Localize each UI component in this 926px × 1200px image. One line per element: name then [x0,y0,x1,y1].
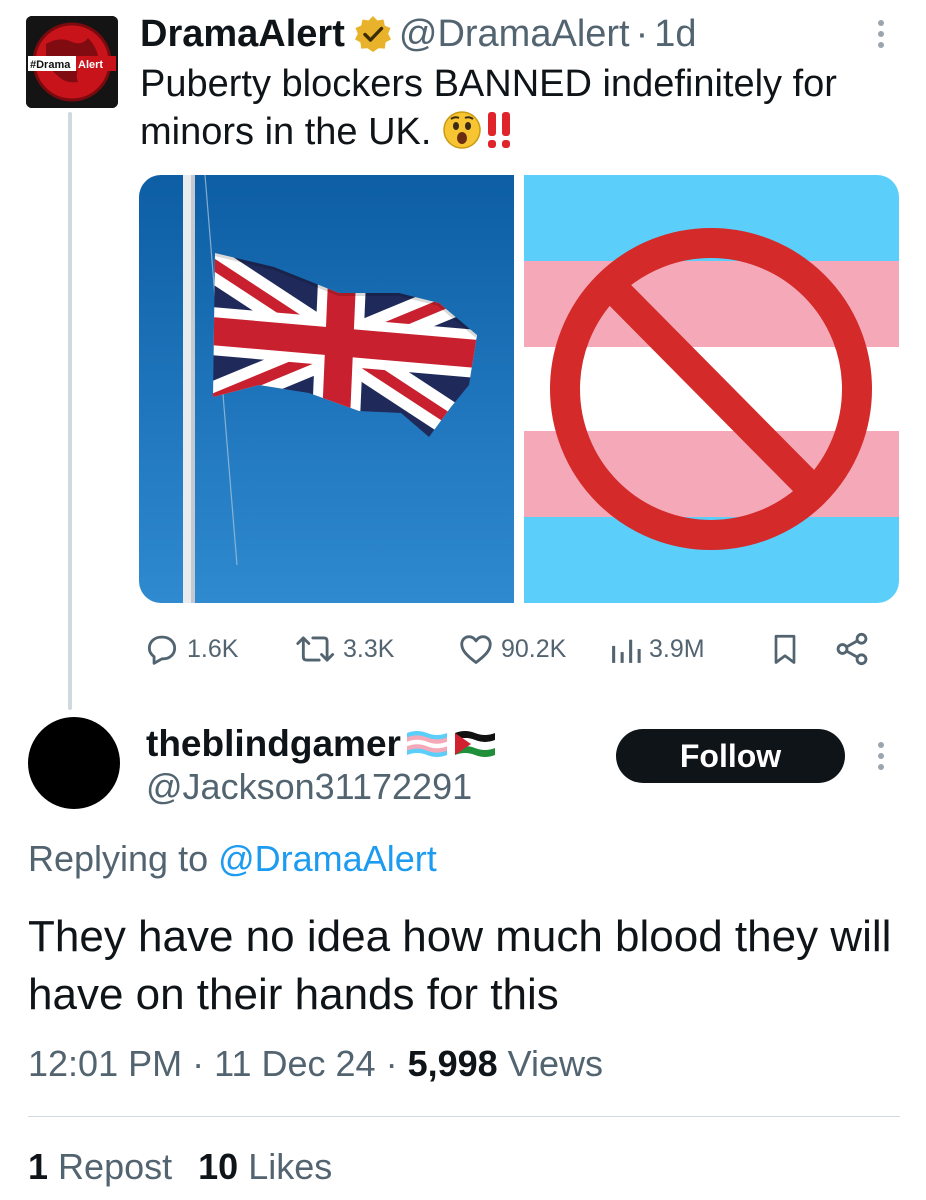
reply-engagement-stats: 1 Repost 10 Likes [28,1146,332,1188]
quoted-tweet-time[interactable]: 1d [654,13,696,56]
thread-connector-line [68,112,72,710]
replying-prefix: Replying to [28,838,209,879]
dramaalert-avatar[interactable]: #Drama Alert [26,16,118,108]
share-icon [836,632,868,666]
reply-author-handle[interactable]: @Jackson31172291 [146,766,472,808]
like-count: 90.2K [501,634,567,663]
replying-to-mention[interactable]: @DramaAlert [218,838,437,879]
reposts-stat[interactable]: 1 Repost [28,1146,172,1187]
reposts-label: Repost [58,1146,173,1187]
reply-tweet-meta: 12:01 PM · 11 Dec 24 · 5,998 Views [28,1043,604,1084]
quoted-author-handle[interactable]: @DramaAlert [399,13,630,56]
avatar-label-right: Alert [78,59,103,71]
reply-icon [147,635,177,665]
reply-views-label: Views [507,1043,604,1084]
verified-badge-icon [353,14,393,54]
bookmark-icon [774,634,796,664]
quoted-author-name[interactable]: DramaAlert [140,13,345,56]
views-button[interactable]: 3.9M [609,625,705,673]
astonished-and-exclamation-emoji [442,108,524,162]
quoted-tweet-action-bar: 1.6K 3.3K 90.2K 3.9M [139,625,899,673]
reply-time[interactable]: 12:01 PM [28,1043,182,1084]
palestine-flag-icon [454,731,495,757]
more-options-icon[interactable] [876,20,886,48]
reply-date[interactable]: 11 Dec 24 [214,1043,375,1084]
more-options-icon[interactable] [876,742,886,770]
reposts-count: 1 [28,1146,49,1187]
uk-flag-image[interactable] [139,175,514,603]
reply-views-count: 5,998 [407,1043,498,1084]
likes-count: 10 [198,1146,239,1187]
reply-count: 1.6K [187,634,239,663]
header-separator: · [635,12,649,55]
divider [28,1116,900,1117]
reply-author-avatar[interactable] [28,717,120,809]
reply-author-name-row[interactable]: theblindgamer [146,720,497,768]
repost-icon [296,636,335,662]
name-flags [405,729,497,759]
bookmark-button[interactable] [767,625,803,673]
likes-label: Likes [248,1146,333,1187]
quoted-tweet-header: DramaAlert @DramaAlert · 1d [140,8,697,60]
likes-stat[interactable]: 10 Likes [198,1146,332,1187]
reply-author-name[interactable]: theblindgamer [146,723,401,765]
follow-button[interactable]: Follow [616,729,845,783]
trans-flag-prohibited-image[interactable] [524,175,899,603]
views-count: 3.9M [649,634,705,663]
repost-count: 3.3K [343,634,395,663]
views-icon [612,639,641,663]
tweet-media-grid[interactable] [139,175,899,603]
reply-tweet-text: They have no idea how much blood they wi… [28,912,892,1019]
like-button[interactable]: 90.2K [457,625,566,673]
reply-button[interactable]: 1.6K [143,625,238,673]
quoted-tweet-text: Puberty blockers BANNED indefinitely for… [140,60,900,162]
transgender-flag-icon [406,731,447,757]
heart-icon [460,635,492,664]
dramaalert-logo: #Drama Alert [26,16,118,108]
share-button[interactable] [833,625,871,673]
avatar-label-left: #Drama [30,59,71,71]
replying-to-line: Replying to @DramaAlert [28,838,437,880]
repost-button[interactable]: 3.3K [295,625,394,673]
